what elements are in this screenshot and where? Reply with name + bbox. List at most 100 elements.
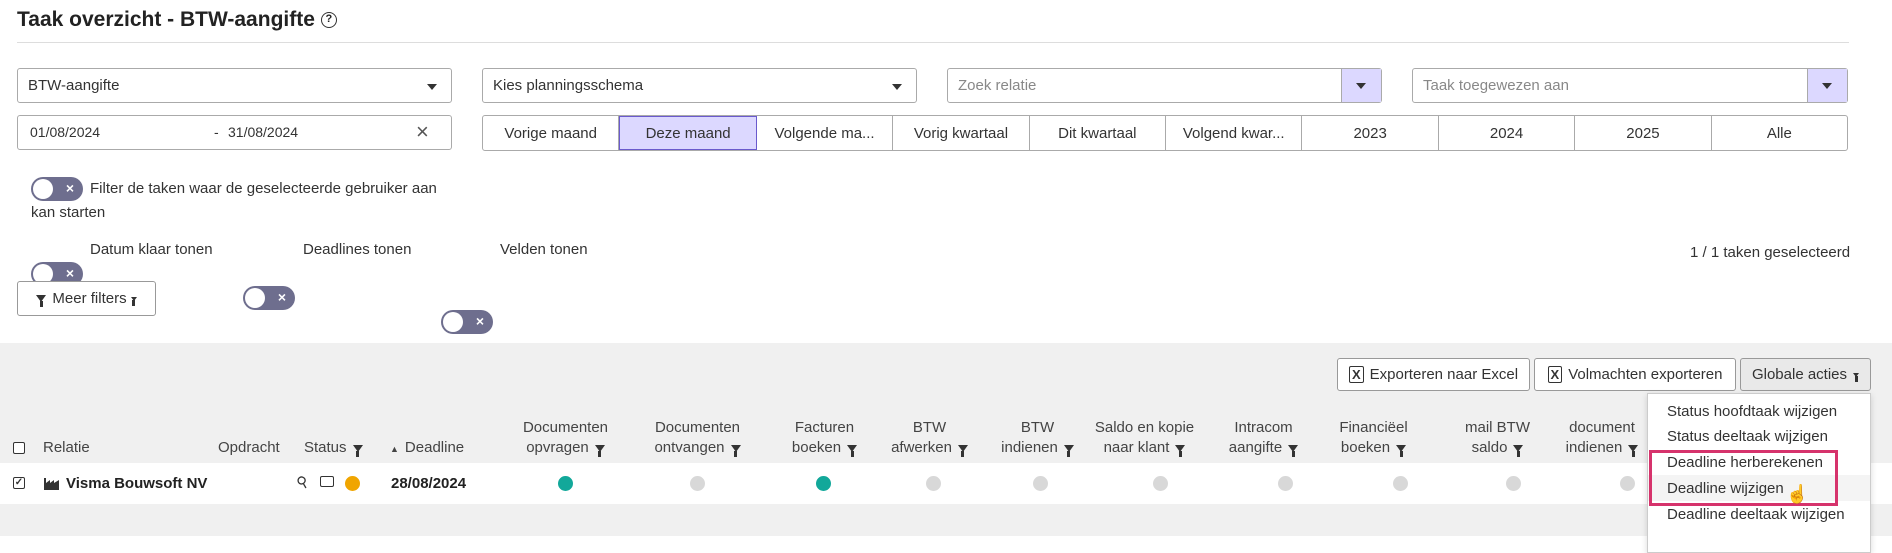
menu-item-subtask-status[interactable]: Status deeltaak wijzigen [1667, 428, 1828, 445]
step-dot-6[interactable] [1153, 476, 1168, 491]
header-step-2[interactable]: Documenten ontvangen [630, 418, 765, 458]
global-actions-label: Globale acties [1751, 366, 1848, 383]
filter-icon[interactable] [1063, 444, 1074, 457]
schedule-select[interactable]: Kies planningsschema [482, 68, 917, 103]
selection-count: 1 / 1 taken geselecteerd [1690, 244, 1851, 261]
step-dot-8[interactable] [1393, 476, 1408, 491]
header-step-5-b: indienen [1001, 439, 1058, 456]
filter-icon[interactable] [1628, 444, 1639, 457]
filter-icon [36, 295, 47, 307]
global-actions-button[interactable]: Globale acties [1740, 358, 1871, 391]
period-2024[interactable]: 2024 [1439, 116, 1576, 150]
status-dot[interactable] [345, 476, 360, 491]
clear-icon[interactable]: × [416, 119, 429, 145]
header-assignment[interactable]: Opdracht [218, 438, 280, 458]
date-from[interactable]: 01/08/2024 [30, 124, 100, 140]
header-step-9[interactable]: mail BTW saldo [1430, 418, 1565, 458]
toggle-user-filter[interactable]: × [31, 177, 83, 201]
period-selector: Vorige maand Deze maand Volgende ma... V… [482, 115, 1848, 151]
menu-item-subtask-deadline[interactable]: Deadline deeltaak wijzigen [1667, 506, 1845, 523]
step-dot-9[interactable] [1506, 476, 1521, 491]
header-step-1[interactable]: Documenten opvragen [498, 418, 633, 458]
export-excel-button[interactable]: X Exporteren naar Excel [1337, 358, 1530, 391]
filter-icon[interactable] [1288, 444, 1299, 457]
period-2023[interactable]: 2023 [1302, 116, 1439, 150]
hand-cursor-icon: ☝ [1786, 484, 1809, 504]
filter-icon[interactable] [594, 444, 605, 457]
period-all[interactable]: Alle [1712, 116, 1847, 150]
filter-icon[interactable] [1175, 444, 1186, 457]
header-step-2-b: ontvangen [654, 439, 725, 456]
header-step-1-b: opvragen [526, 439, 589, 456]
more-filters-button[interactable]: Meer filters [17, 281, 156, 316]
period-next-month[interactable]: Volgende ma... [757, 116, 894, 150]
period-this-month[interactable]: Deze maand [619, 116, 757, 150]
header-step-4-b: afwerken [891, 439, 952, 456]
header-relation[interactable]: Relatie [43, 438, 90, 458]
period-2025[interactable]: 2025 [1575, 116, 1712, 150]
paperclip-icon[interactable]: ⚲ [293, 471, 312, 492]
header-step-9-a: mail BTW [1465, 419, 1530, 436]
step-dot-10[interactable] [1620, 476, 1635, 491]
header-step-10-b: indienen [1565, 439, 1623, 456]
menu-item-main-status[interactable]: Status hoofdtaak wijzigen [1667, 403, 1837, 420]
step-dot-2[interactable] [690, 476, 705, 491]
period-next-quarter[interactable]: Volgend kwar... [1166, 116, 1303, 150]
chevron-down-icon [892, 84, 902, 90]
task-type-select[interactable]: BTW-aangifte [17, 68, 452, 103]
header-step-6-a: Saldo en kopie [1094, 419, 1195, 436]
close-icon: × [65, 265, 74, 281]
row-checkbox[interactable]: ✓ [13, 477, 25, 489]
date-separator: - [214, 124, 219, 140]
filter-icon[interactable] [730, 444, 741, 457]
header-step-2-a: Documenten [654, 419, 741, 436]
date-to[interactable]: 31/08/2024 [228, 124, 298, 140]
toggle-fields[interactable]: × [441, 310, 493, 334]
sort-up-icon: ▲ [390, 444, 399, 454]
row-relation[interactable]: Visma Bouwsoft NV [66, 475, 207, 492]
filter-icon[interactable] [1513, 444, 1524, 457]
header-step-9-b: saldo [1471, 439, 1508, 456]
header-step-6[interactable]: Saldo en kopie naar klant [1077, 418, 1212, 458]
step-dot-4[interactable] [926, 476, 941, 491]
date-range-input[interactable]: 01/08/2024 - 31/08/2024 × [17, 115, 452, 150]
step-dot-3[interactable] [816, 476, 831, 491]
step-dot-5[interactable] [1033, 476, 1048, 491]
step-dot-7[interactable] [1278, 476, 1293, 491]
help-icon[interactable]: ? [320, 12, 337, 28]
header-step-8-b: boeken [1340, 439, 1391, 456]
close-icon: × [65, 180, 74, 196]
assignee-search[interactable]: Taak toegewezen aan [1412, 68, 1848, 103]
step-dot-1[interactable] [558, 476, 573, 491]
page-title-text: Taak overzicht - BTW-aangifte [17, 8, 315, 31]
table-row[interactable]: ✓ Visma Bouwsoft NV ⚲ 28/08/2024 [0, 463, 1892, 504]
toggle-knob [443, 312, 463, 332]
toggle-knob [245, 288, 265, 308]
select-all-checkbox[interactable] [13, 442, 25, 454]
page-title: Taak overzicht - BTW-aangifte ? [17, 8, 337, 32]
filter-icon[interactable] [1396, 444, 1407, 457]
header-step-8[interactable]: Financiëel boeken [1306, 418, 1441, 458]
header-status[interactable]: Status [304, 438, 363, 458]
relation-search[interactable]: Zoek relatie [947, 68, 1382, 103]
caret-down-icon [1853, 372, 1860, 382]
header-deadline[interactable]: ▲ Deadline [390, 438, 464, 459]
header-step-10[interactable]: document indienen [1552, 418, 1652, 458]
task-type-value: BTW-aangifte [28, 77, 120, 94]
period-prev-quarter[interactable]: Vorig kwartaal [893, 116, 1030, 150]
period-this-quarter[interactable]: Dit kwartaal [1030, 116, 1167, 150]
toggle-deadlines[interactable]: × [243, 286, 295, 310]
filter-icon[interactable] [847, 444, 858, 457]
relation-dropdown-button[interactable] [1341, 69, 1381, 102]
highlight-annotation [1649, 450, 1838, 506]
title-divider [17, 42, 1849, 43]
filter-icon[interactable] [957, 444, 968, 457]
row-deadline: 28/08/2024 [391, 475, 467, 492]
assignee-dropdown-button[interactable] [1807, 69, 1847, 102]
period-prev-month[interactable]: Vorige maand [483, 116, 620, 150]
header-status-label: Status [304, 439, 347, 456]
filter-icon[interactable] [352, 444, 363, 457]
export-proxies-button[interactable]: X Volmachten exporteren [1534, 358, 1736, 391]
toggle-user-label-2: kan starten [31, 204, 106, 221]
comment-icon[interactable] [320, 476, 334, 487]
